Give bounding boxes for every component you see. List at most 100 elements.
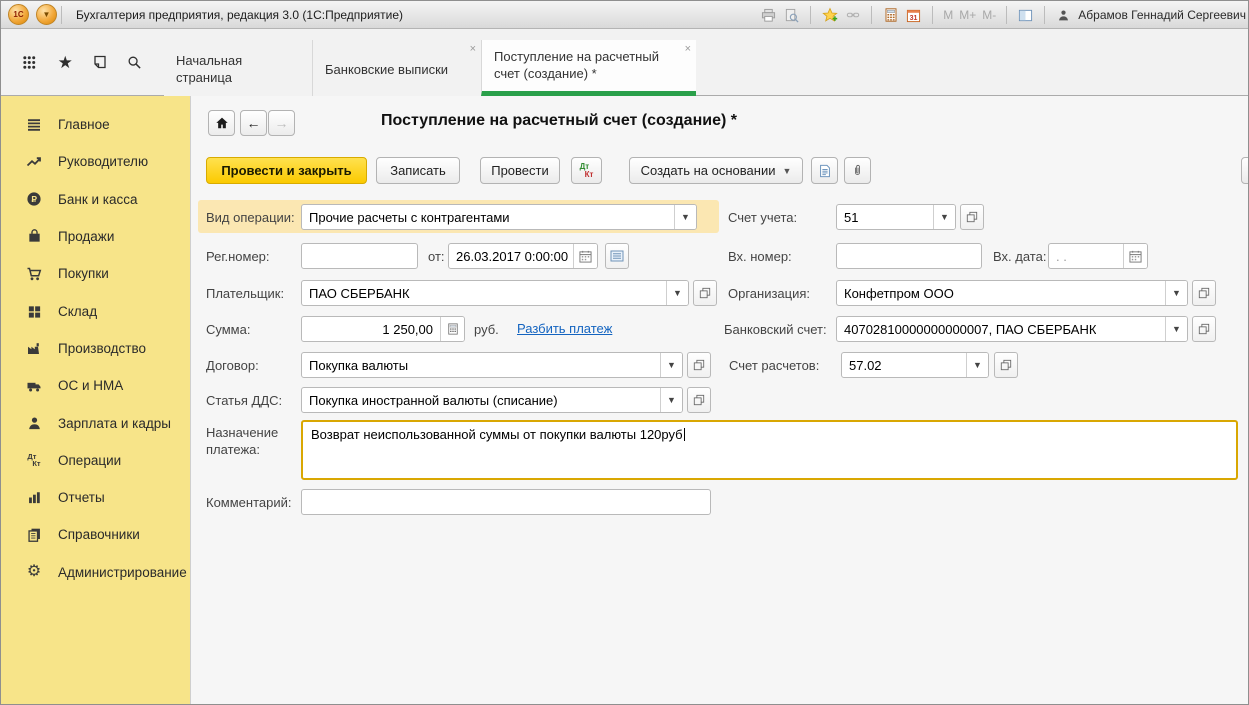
factory-icon (25, 339, 43, 357)
forward-button[interactable]: → (268, 110, 295, 136)
1c-logo-icon: 1С (8, 4, 29, 25)
dt-kt-icon: ДтКт (25, 451, 43, 469)
sidebar-item-manager[interactable]: Руководителю (1, 143, 190, 180)
apps-menu-icon[interactable] (20, 51, 42, 73)
sidebar-item-administration[interactable]: ⚙ Администрирование (1, 554, 190, 591)
sidebar-item-references[interactable]: Справочники (1, 516, 190, 553)
open-journal-button[interactable] (605, 243, 629, 269)
tab-bar: ★ Начальная страница Банковские выписки … (1, 29, 1248, 96)
close-tab-icon[interactable]: × (685, 44, 691, 55)
sidebar-item-reports[interactable]: Отчеты (1, 479, 190, 516)
bank-account-label: Банковский счет: (724, 322, 827, 337)
comment-input[interactable] (301, 489, 711, 515)
attachments-button[interactable] (844, 157, 871, 184)
chevron-down-icon[interactable]: ▼ (666, 281, 688, 305)
organization-select[interactable]: Конфетпром ООО ▼ (836, 280, 1188, 306)
memory-recall-button[interactable]: M (943, 8, 953, 22)
sidebar-item-warehouse[interactable]: Склад (1, 292, 190, 329)
sidebar-item-bank-cash[interactable]: Р Банк и касса (1, 181, 190, 218)
show-postings-button[interactable]: ДтКт (571, 157, 602, 184)
divider (871, 6, 872, 24)
payer-select[interactable]: ПАО СБЕРБАНК ▼ (301, 280, 689, 306)
chevron-down-icon[interactable]: ▼ (660, 388, 682, 412)
settlement-account-open-button[interactable] (994, 352, 1018, 378)
system-menu-button[interactable]: ▼ (36, 4, 57, 25)
sidebar-item-main[interactable]: Главное (1, 106, 190, 143)
contract-select[interactable]: Покупка валюты ▼ (301, 352, 683, 378)
add-favorite-icon[interactable] (821, 7, 838, 24)
sidebar-item-fixed-assets[interactable]: ОС и НМА (1, 367, 190, 404)
sidebar-item-operations[interactable]: ДтКт Операции (1, 442, 190, 479)
printer-icon[interactable] (760, 7, 777, 24)
dt-kt-icon: ДтКт (580, 163, 594, 179)
go-to-link-icon[interactable] (844, 7, 861, 24)
date-input[interactable]: 26.03.2017 0:00:00 (448, 243, 598, 269)
truck-icon (25, 377, 43, 395)
chevron-down-icon[interactable]: ▼ (1165, 281, 1187, 305)
account-open-button[interactable] (960, 204, 984, 230)
split-payment-link[interactable]: Разбить платеж (517, 321, 612, 336)
history-icon[interactable] (89, 51, 111, 73)
app-window: 1С ▼ Бухгалтерия предприятия, редакция 3… (0, 0, 1249, 705)
favorites-star-icon[interactable]: ★ (54, 51, 76, 73)
sidebar-item-purchases[interactable]: Покупки (1, 255, 190, 292)
open-in-list-icon (966, 211, 978, 223)
bank-account-open-button[interactable] (1192, 316, 1216, 342)
save-button[interactable]: Записать (376, 157, 460, 184)
sidebar-item-sales[interactable]: Продажи (1, 218, 190, 255)
post-button[interactable]: Провести (480, 157, 560, 184)
amount-input[interactable]: 1 250,00 (301, 316, 465, 342)
settlement-account-select[interactable]: 57.02 ▼ (841, 352, 989, 378)
current-user-name[interactable]: Абрамов Геннадий Сергеевич (1078, 8, 1246, 22)
payer-open-button[interactable] (693, 280, 717, 306)
incoming-date-input[interactable]: . . (1048, 243, 1148, 269)
calendar-picker-button[interactable] (573, 244, 597, 268)
sidebar-item-production[interactable]: Производство (1, 330, 190, 367)
reg-number-label: Рег.номер: (206, 249, 270, 264)
memory-add-button[interactable]: M+ (959, 8, 976, 22)
calculator-icon[interactable] (882, 7, 899, 24)
divider (1044, 6, 1045, 24)
operation-type-select[interactable]: Прочие расчеты с контрагентами ▼ (301, 204, 697, 230)
chevron-down-icon[interactable]: ▼ (660, 353, 682, 377)
account-select[interactable]: 51 ▼ (836, 204, 956, 230)
bank-account-select[interactable]: 40702810000000000007, ПАО СБЕРБАНК ▼ (836, 316, 1188, 342)
create-based-on-button[interactable]: Создать на основании▼ (629, 157, 803, 184)
organization-open-button[interactable] (1192, 280, 1216, 306)
chevron-down-icon[interactable]: ▼ (1165, 317, 1187, 341)
chevron-down-icon[interactable]: ▼ (966, 353, 988, 377)
incoming-number-input[interactable] (836, 243, 982, 269)
more-actions-button[interactable] (1241, 157, 1249, 184)
tab-home[interactable]: Начальная страница (164, 40, 312, 96)
divider (61, 6, 62, 24)
cash-flow-item-open-button[interactable] (687, 387, 711, 413)
paperclip-icon (851, 164, 864, 177)
calendar-picker-button[interactable] (1123, 244, 1147, 268)
chevron-down-icon[interactable]: ▼ (674, 205, 696, 229)
comment-label: Комментарий: (206, 495, 292, 510)
calendar-icon (1129, 250, 1142, 263)
sidebar-item-salary-hr[interactable]: Зарплата и кадры (1, 404, 190, 441)
memory-subtract-button[interactable]: M- (982, 8, 996, 22)
svg-text:31: 31 (910, 14, 918, 21)
print-preview-icon[interactable] (783, 7, 800, 24)
reg-number-input[interactable] (301, 243, 418, 269)
payment-purpose-textarea[interactable]: Возврат неиспользованной суммы от покупк… (301, 420, 1238, 480)
calculator-button[interactable] (440, 317, 464, 341)
tab-bank-statements[interactable]: Банковские выписки × (312, 40, 481, 96)
home-icon (215, 116, 229, 130)
post-and-close-button[interactable]: Провести и закрыть (206, 157, 367, 184)
close-tab-icon[interactable]: × (470, 44, 476, 55)
split-window-icon[interactable] (1017, 7, 1034, 24)
boxes-grid-icon (25, 302, 43, 320)
document-report-button[interactable] (811, 157, 838, 184)
tab-receipt-document[interactable]: Поступление на расчетный счет (создание)… (481, 40, 696, 96)
calendar-icon[interactable]: 31 (905, 7, 922, 24)
cash-flow-item-select[interactable]: Покупка иностранной валюты (списание) ▼ (301, 387, 683, 413)
contract-open-button[interactable] (687, 352, 711, 378)
search-icon[interactable] (123, 51, 145, 73)
back-button[interactable]: ← (240, 110, 267, 136)
home-button[interactable] (208, 110, 235, 136)
back-arrow-icon: ← (247, 115, 261, 131)
chevron-down-icon[interactable]: ▼ (933, 205, 955, 229)
